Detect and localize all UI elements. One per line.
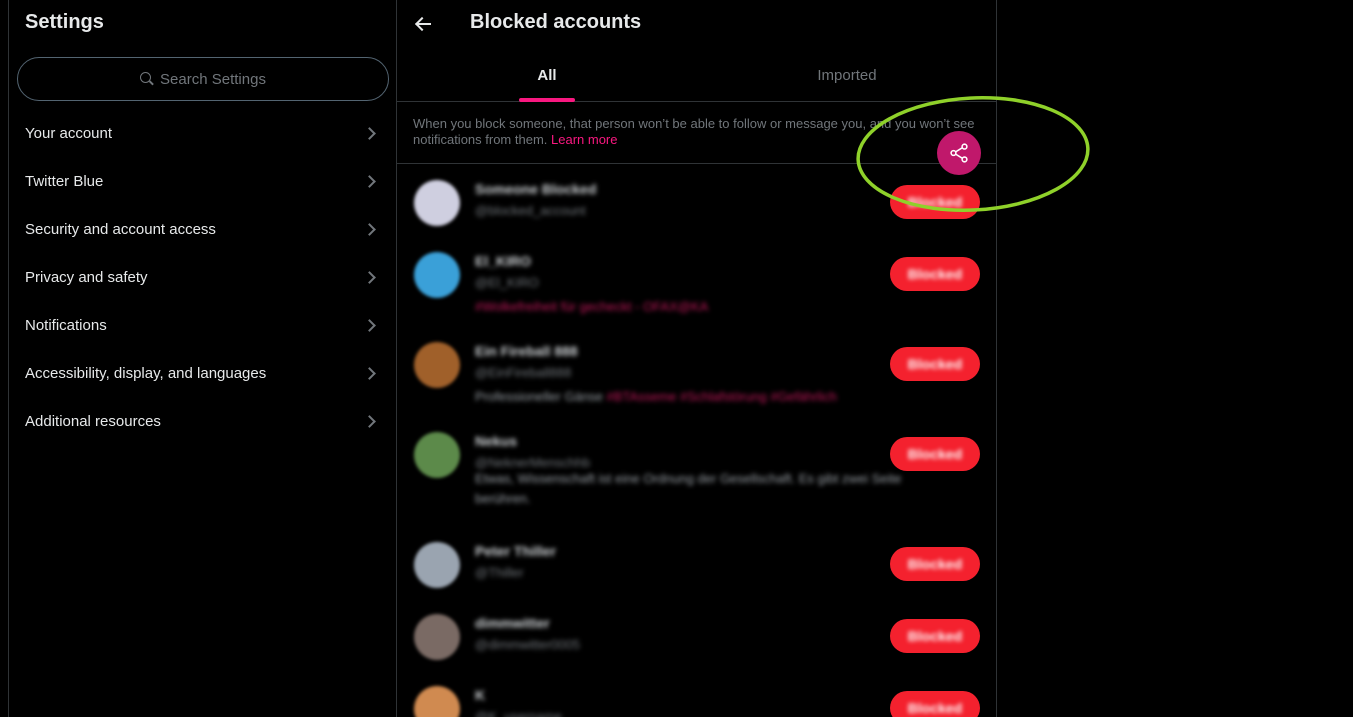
blocked-button-label: Blocked — [907, 356, 963, 372]
account-name: dimmwitter — [475, 615, 550, 631]
blocked-button-label: Blocked — [907, 446, 963, 462]
tab-label: Imported — [817, 67, 877, 84]
avatar — [414, 432, 460, 478]
list-item[interactable]: Someone Blocked @blocked_account Blocked — [397, 165, 997, 237]
tab-bar: All Imported — [397, 50, 997, 102]
account-handle: @Thiller — [475, 565, 524, 580]
settings-item-label: Accessibility, display, and languages — [25, 364, 267, 382]
blocked-button[interactable]: Blocked — [890, 619, 980, 653]
search-settings-input[interactable]: Search Settings — [17, 57, 389, 101]
bio-highlight: #Wolkefreiheit für gecheckt - OFAX@KA — [475, 299, 709, 314]
settings-item-label: Privacy and safety — [25, 268, 148, 286]
search-placeholder: Search Settings — [160, 70, 266, 88]
bio-text: Professioneller Gänse — [475, 389, 603, 404]
settings-item-notifications[interactable]: Notifications — [9, 301, 396, 349]
blocked-button-label: Blocked — [907, 628, 963, 644]
settings-item-accessibility[interactable]: Accessibility, display, and languages — [9, 349, 396, 397]
bio-highlight: #BTAsseme #Schlafstörung #Gefährlich — [606, 389, 837, 404]
blocked-button-label: Blocked — [907, 194, 963, 210]
account-bio: Etwas, Wissenschaft ist eine Ordnung der… — [475, 471, 902, 506]
settings-item-label: Additional resources — [25, 412, 161, 430]
settings-item-label: Notifications — [25, 316, 107, 334]
blocked-button[interactable]: Blocked — [890, 347, 980, 381]
tab-imported[interactable]: Imported — [697, 50, 997, 101]
settings-item-label: Your account — [25, 124, 113, 142]
settings-item-resources[interactable]: Additional resources — [9, 397, 396, 445]
list-item[interactable]: K @K_username Blocked — [397, 671, 997, 717]
settings-item-label: Security and account access — [25, 220, 216, 238]
blocked-button[interactable]: Blocked — [890, 437, 980, 471]
chevron-right-icon — [363, 414, 376, 428]
chevron-right-icon — [363, 126, 376, 140]
settings-item-security[interactable]: Security and account access — [9, 205, 396, 253]
account-name: Someone Blocked — [475, 181, 597, 197]
blocked-button-label: Blocked — [907, 556, 963, 572]
avatar — [414, 614, 460, 660]
chevron-right-icon — [363, 174, 376, 188]
settings-item-your-account[interactable]: Your account — [9, 109, 396, 157]
learn-more-link[interactable]: Learn more — [551, 132, 617, 147]
block-info-text: When you block someone, that person won’… — [397, 103, 997, 164]
left-nav-edge — [0, 0, 9, 717]
settings-item-privacy[interactable]: Privacy and safety — [9, 253, 396, 301]
blocked-button[interactable]: Blocked — [890, 185, 980, 219]
list-item[interactable]: Peter Thiller @Thiller Blocked — [397, 527, 997, 599]
blocked-button[interactable]: Blocked — [890, 257, 980, 291]
account-handle: @EinFireball888 — [475, 365, 572, 380]
avatar — [414, 180, 460, 226]
settings-item-twitter-blue[interactable]: Twitter Blue — [9, 157, 396, 205]
account-handle: @dimmwitter0005 — [475, 637, 580, 652]
account-name: Ein Fireball 888 — [475, 343, 578, 359]
account-handle: @K_username — [475, 709, 562, 717]
list-item[interactable]: Nekus @NeknerMenschhb Etwas, Wissenschaf… — [397, 417, 997, 527]
avatar — [414, 342, 460, 388]
chevron-right-icon — [363, 318, 376, 332]
blocked-button-label: Blocked — [907, 266, 963, 282]
blocked-button[interactable]: Blocked — [890, 547, 980, 581]
back-arrow-icon[interactable] — [415, 15, 433, 33]
avatar — [414, 686, 460, 717]
active-tab-indicator — [519, 98, 575, 102]
account-handle: @NeknerMenschhb — [475, 455, 591, 470]
avatar — [414, 252, 460, 298]
share-icon — [950, 143, 968, 163]
list-item[interactable]: El_KIRO @El_KIRO #Wolkefreiheit für gech… — [397, 237, 997, 327]
account-bio: #Wolkefreiheit für gecheckt - OFAX@KA — [475, 297, 955, 317]
account-name: El_KIRO — [475, 253, 532, 269]
blocked-accounts-panel: Blocked accounts All Imported When you b… — [397, 0, 997, 717]
account-handle: @El_KIRO — [475, 275, 539, 290]
chevron-right-icon — [363, 222, 376, 236]
list-item[interactable]: Ein Fireball 888 @EinFireball888 Profess… — [397, 327, 997, 417]
list-item[interactable]: dimmwitter @dimmwitter0005 Blocked — [397, 599, 997, 671]
account-name: Nekus — [475, 433, 518, 449]
chevron-right-icon — [363, 366, 376, 380]
share-button[interactable] — [937, 131, 981, 175]
blocked-button-label: Blocked — [907, 700, 963, 716]
settings-panel: Settings Search Settings Your account Tw… — [9, 0, 397, 717]
settings-item-label: Twitter Blue — [25, 172, 104, 190]
tab-all[interactable]: All — [397, 50, 697, 102]
search-icon — [140, 72, 154, 86]
blocked-accounts-list: Someone Blocked @blocked_account Blocked… — [397, 165, 997, 717]
account-handle: @blocked_account — [475, 203, 586, 218]
info-text: When you block someone, that person won’… — [413, 116, 975, 147]
tab-label: All — [537, 67, 557, 84]
settings-title: Settings — [25, 11, 104, 33]
header: Blocked accounts — [397, 0, 997, 48]
chevron-right-icon — [363, 270, 376, 284]
blocked-button[interactable]: Blocked — [890, 691, 980, 717]
account-name: Peter Thiller — [475, 543, 556, 559]
page-title: Blocked accounts — [470, 11, 642, 33]
avatar — [414, 542, 460, 588]
account-name: K — [475, 687, 486, 703]
settings-menu: Your account Twitter Blue Security and a… — [9, 109, 396, 445]
account-bio: Professioneller Gänse #BTAsseme #Schlafs… — [475, 387, 955, 407]
